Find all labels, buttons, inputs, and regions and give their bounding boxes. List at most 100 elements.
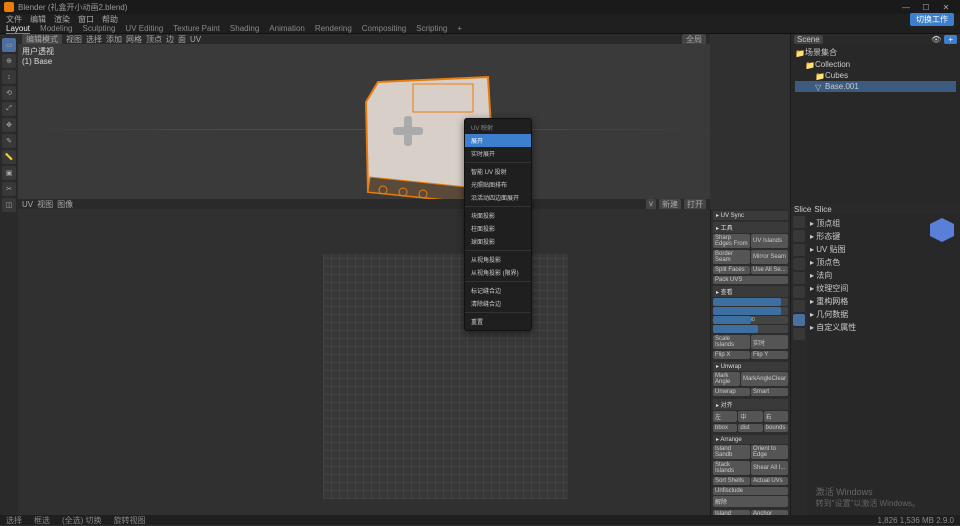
- panel-button[interactable]: Flip X: [713, 351, 750, 359]
- panel-header[interactable]: ▸ Unwrap: [713, 362, 788, 371]
- ptab-object[interactable]: [793, 286, 805, 298]
- ptab-scene[interactable]: [793, 258, 805, 270]
- mode-select[interactable]: 编辑模式: [22, 34, 62, 45]
- ctx-item[interactable]: 智能 UV 投射: [465, 165, 531, 178]
- seg-button[interactable]: 中: [738, 411, 762, 422]
- ctx-item[interactable]: 从视角投影: [465, 253, 531, 266]
- uvhdr-new[interactable]: 新建: [659, 199, 681, 210]
- ctx-item[interactable]: 实时展开: [465, 147, 531, 160]
- tool-cursor[interactable]: ⊕: [2, 54, 16, 68]
- tool-annotate[interactable]: ✎: [2, 134, 16, 148]
- panel-button[interactable]: Smart: [751, 388, 788, 396]
- panel-button[interactable]: Sharp Edges From: [713, 234, 750, 248]
- ctx-item[interactable]: 光照贴图排布: [465, 178, 531, 191]
- add-button[interactable]: +: [944, 35, 957, 44]
- panel-button[interactable]: Shear All I...: [751, 461, 788, 475]
- tool-loop[interactable]: ◫: [2, 198, 16, 212]
- panel-button[interactable]: Actual UVs: [751, 477, 788, 485]
- scene-select[interactable]: Scene: [794, 35, 823, 44]
- ptab-material[interactable]: [793, 328, 805, 340]
- panel-header[interactable]: ▸ UV Sync: [713, 211, 788, 220]
- hdr-vertex[interactable]: 顶点: [146, 34, 162, 45]
- hdr-view[interactable]: 视图: [66, 34, 82, 45]
- props-section[interactable]: ▸ 自定义属性: [810, 321, 957, 334]
- tool-extrude[interactable]: ▣: [2, 166, 16, 180]
- ptab-view[interactable]: [793, 244, 805, 256]
- hdr-mesh[interactable]: 网格: [126, 34, 142, 45]
- panel-button[interactable]: 实时: [751, 335, 788, 349]
- ptab-render[interactable]: [793, 216, 805, 228]
- seg-button[interactable]: 右: [764, 411, 788, 422]
- tab-uv[interactable]: UV Editing: [125, 24, 163, 33]
- seg-button[interactable]: bounds: [764, 424, 788, 432]
- ctx-item[interactable]: 球面投影: [465, 235, 531, 248]
- view-layer-icon[interactable]: 👁: [931, 35, 941, 44]
- tree-item[interactable]: ▽Base.001: [795, 81, 956, 92]
- menu-window[interactable]: 窗口: [78, 14, 94, 25]
- props-section[interactable]: ▸ 法向: [810, 269, 957, 282]
- hdr-select[interactable]: 选择: [86, 34, 102, 45]
- ptab-output[interactable]: [793, 230, 805, 242]
- panel-button[interactable]: UV Islands: [751, 234, 788, 248]
- panel-button[interactable]: 解除: [713, 496, 788, 507]
- panel-button[interactable]: Flip Y: [751, 351, 788, 359]
- panel-slider[interactable]: 1.00: [713, 325, 788, 333]
- tab-rendering[interactable]: Rendering: [315, 24, 352, 33]
- workspace-switch-button[interactable]: 切换工作: [910, 13, 954, 26]
- menu-render[interactable]: 渲染: [54, 14, 70, 25]
- tab-animation[interactable]: Animation: [269, 24, 305, 33]
- tab-texpaint[interactable]: Texture Paint: [173, 24, 220, 33]
- tab-compositing[interactable]: Compositing: [362, 24, 406, 33]
- ctx-item[interactable]: 沿活动四边面展开: [465, 191, 531, 204]
- props-section[interactable]: ▸ 纹理空间: [810, 282, 957, 295]
- panel-slider[interactable]: 360°: [713, 298, 788, 306]
- panel-button[interactable]: MarkAngleClear: [741, 372, 788, 386]
- uvhdr-view[interactable]: 视图: [37, 199, 53, 210]
- tree-item[interactable]: 📁场景集合: [795, 46, 956, 59]
- ptab-data[interactable]: [793, 314, 805, 326]
- tool-knife[interactable]: ✂: [2, 182, 16, 196]
- uvhdr-dropdown[interactable]: v: [646, 199, 656, 210]
- hdr-face[interactable]: 面: [178, 34, 186, 45]
- outliner-tree[interactable]: 📁场景集合📁Collection📁Cubes▽Base.001: [791, 44, 960, 204]
- tool-scale[interactable]: ⤢: [2, 102, 16, 116]
- tab-add[interactable]: +: [457, 24, 462, 33]
- ctx-item[interactable]: 展开: [465, 134, 531, 147]
- tool-rotate[interactable]: ⟲: [2, 86, 16, 100]
- props-tab-2[interactable]: Slice: [814, 205, 831, 214]
- ctx-item[interactable]: 块面投影: [465, 209, 531, 222]
- orientation-select[interactable]: 全局: [682, 34, 706, 45]
- tool-measure[interactable]: 📏: [2, 150, 16, 164]
- panel-slider[interactable]: 180: [713, 316, 788, 324]
- tab-sculpting[interactable]: Sculpting: [83, 24, 116, 33]
- props-section[interactable]: ▸ 顶点色: [810, 256, 957, 269]
- tab-modeling[interactable]: Modeling: [40, 24, 72, 33]
- props-section[interactable]: ▸ 重构网格: [810, 295, 957, 308]
- uv-editor[interactable]: [18, 209, 710, 525]
- panel-header[interactable]: ▸ 对齐: [713, 399, 788, 410]
- tool-select[interactable]: ▭: [2, 38, 16, 52]
- hdr-edge[interactable]: 边: [166, 34, 174, 45]
- props-section[interactable]: ▸ 几何数据: [810, 308, 957, 321]
- props-tab-1[interactable]: Slice: [794, 205, 811, 214]
- hdr-uv[interactable]: UV: [190, 35, 201, 44]
- ptab-world[interactable]: [793, 272, 805, 284]
- tab-layout[interactable]: Layout: [6, 24, 30, 34]
- panel-header[interactable]: ▸ Arrange: [713, 435, 788, 444]
- panel-button[interactable]: Stack Islands: [713, 461, 750, 475]
- panel-header[interactable]: ▸ 工具: [713, 222, 788, 233]
- panel-button[interactable]: Pack UVS: [713, 276, 788, 284]
- panel-button[interactable]: Border Seam: [713, 250, 750, 264]
- tree-item[interactable]: 📁Cubes: [795, 70, 956, 81]
- ctx-item[interactable]: 清除缝合边: [465, 297, 531, 310]
- tab-scripting[interactable]: Scripting: [416, 24, 447, 33]
- panel-button[interactable]: Orient to Edge: [751, 445, 788, 459]
- panel-button[interactable]: Sort Shells: [713, 477, 750, 485]
- panel-button[interactable]: Use All Se...: [751, 266, 788, 274]
- maximize-button[interactable]: ☐: [916, 3, 936, 12]
- uvhdr-open[interactable]: 打开: [684, 199, 706, 210]
- panel-button[interactable]: Unfisclude: [713, 487, 788, 495]
- ctx-item[interactable]: 从视角投影 (限界): [465, 266, 531, 279]
- ctx-item[interactable]: 柱面投影: [465, 222, 531, 235]
- minimize-button[interactable]: —: [896, 3, 916, 12]
